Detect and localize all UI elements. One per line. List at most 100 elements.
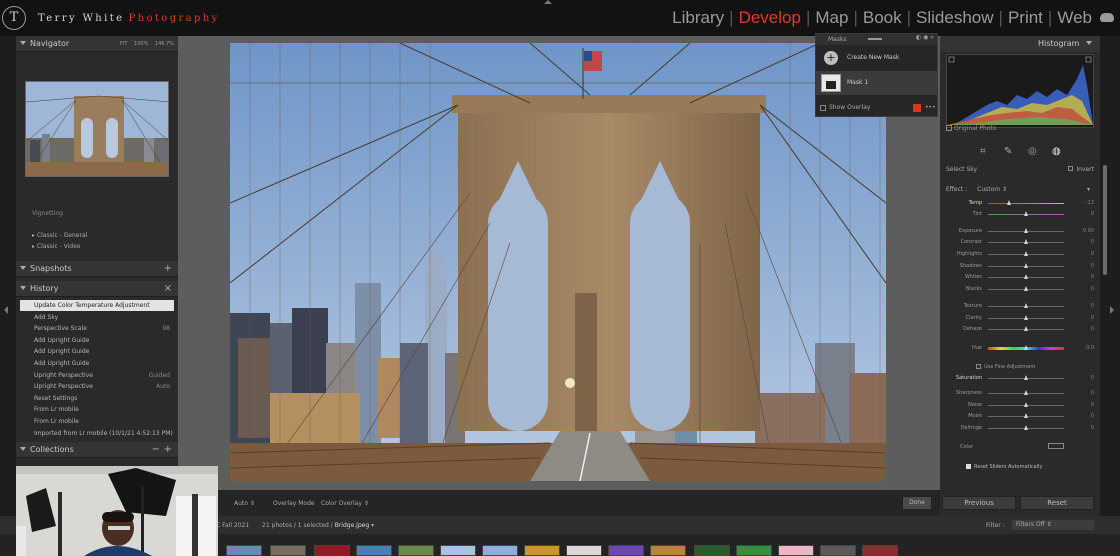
film-thumbnail[interactable] bbox=[440, 545, 476, 556]
zoom-custom-option[interactable]: 146.7% bbox=[155, 41, 174, 47]
clear-history-icon[interactable]: × bbox=[164, 281, 172, 297]
film-thumbnail[interactable] bbox=[356, 545, 392, 556]
film-thumbnail[interactable] bbox=[608, 545, 644, 556]
create-new-mask-button[interactable]: + Create New Mask bbox=[816, 48, 937, 68]
left-panel-edge[interactable] bbox=[0, 36, 16, 556]
film-thumbnail[interactable] bbox=[314, 545, 350, 556]
collapse-left-icon[interactable] bbox=[4, 306, 8, 314]
cloud-sync-icon[interactable] bbox=[1100, 13, 1114, 22]
reset-sliders-checkbox[interactable] bbox=[966, 464, 971, 469]
film-thumbnail[interactable] bbox=[566, 545, 602, 556]
fine-adjustment-checkbox[interactable] bbox=[976, 364, 981, 369]
done-button[interactable]: Done bbox=[902, 496, 932, 510]
overlay-mode-select[interactable]: Color Overlay ⇕ bbox=[321, 500, 369, 507]
film-thumbnail[interactable] bbox=[862, 545, 898, 556]
history-step[interactable]: Add Upright Guide bbox=[20, 346, 174, 357]
preset-group-classic-general[interactable]: ▸ Classic - General bbox=[16, 231, 178, 241]
slider-track[interactable] bbox=[988, 203, 1064, 204]
original-photo-toggle[interactable]: Original Photo bbox=[946, 125, 997, 132]
slider-handle[interactable] bbox=[1023, 274, 1028, 279]
add-snapshot-icon[interactable]: + bbox=[164, 261, 172, 277]
module-web[interactable]: Web bbox=[1057, 8, 1092, 27]
collapse-icon[interactable]: » bbox=[930, 34, 934, 41]
slider-handle[interactable] bbox=[1023, 286, 1028, 291]
invert-checkbox[interactable] bbox=[1068, 166, 1074, 171]
slider-handle[interactable] bbox=[1023, 263, 1028, 268]
slider-handle[interactable] bbox=[1023, 375, 1028, 380]
current-filename[interactable]: Bridge.jpeg bbox=[335, 522, 369, 529]
info-icon[interactable]: ◐ bbox=[916, 34, 921, 41]
show-overlay-toggle[interactable]: Show Overlay ••• bbox=[816, 100, 937, 116]
film-thumbnail[interactable] bbox=[524, 545, 560, 556]
slider-handle[interactable] bbox=[1023, 211, 1028, 216]
collapse-right-icon[interactable] bbox=[1110, 306, 1114, 314]
original-photo-checkbox[interactable] bbox=[946, 125, 952, 131]
film-thumbnail[interactable] bbox=[736, 545, 772, 556]
slider-value[interactable]: 0.00 bbox=[1074, 228, 1094, 234]
right-panel-scrollbar[interactable] bbox=[1103, 165, 1107, 275]
snapshots-header[interactable]: Snapshots + bbox=[16, 261, 178, 277]
film-thumbnail[interactable] bbox=[650, 545, 686, 556]
main-photo[interactable] bbox=[230, 43, 886, 481]
history-step[interactable]: Add Upright Guide bbox=[20, 358, 174, 369]
slider-handle[interactable] bbox=[1023, 390, 1028, 395]
slider-value[interactable]: -12 bbox=[1074, 200, 1094, 206]
history-step[interactable]: Add Sky bbox=[20, 312, 174, 323]
slider-value[interactable]: 0.0 bbox=[1074, 345, 1094, 351]
previous-button[interactable]: Previous bbox=[942, 496, 1016, 510]
history-step[interactable]: Update Color Temperature Adjustment bbox=[20, 300, 174, 311]
slider-handle[interactable] bbox=[1023, 228, 1028, 233]
history-step[interactable]: Add Upright Guide bbox=[20, 335, 174, 346]
reset-sliders-toggle[interactable]: Reset Sliders Automatically bbox=[966, 464, 1042, 470]
show-overlay-checkbox[interactable] bbox=[820, 105, 826, 111]
slider-value[interactable]: 0 bbox=[1074, 402, 1094, 408]
fine-adjustment-toggle[interactable]: Use Fine Adjustment bbox=[976, 364, 1035, 370]
module-map[interactable]: Map bbox=[815, 8, 848, 27]
slider-value[interactable]: 0 bbox=[1074, 326, 1094, 332]
history-step[interactable]: Upright Perspective Auto bbox=[20, 381, 174, 392]
slider-value[interactable]: 0 bbox=[1074, 390, 1094, 396]
history-step[interactable]: Reset Settings bbox=[20, 393, 174, 404]
zoom-100-option[interactable]: 100% bbox=[134, 41, 148, 47]
eye-icon[interactable]: ◉ bbox=[923, 34, 928, 41]
drag-handle-icon[interactable] bbox=[868, 38, 882, 40]
red-eye-icon[interactable]: ◎ bbox=[1028, 146, 1037, 157]
slider-handle[interactable] bbox=[1023, 251, 1028, 256]
history-step[interactable]: Imported from Lr mobile (10/1/21 4:52:13… bbox=[20, 428, 174, 439]
module-library[interactable]: Library bbox=[672, 8, 724, 27]
histogram-header[interactable]: Histogram bbox=[940, 36, 1100, 52]
history-step[interactable]: From Lr mobile bbox=[20, 416, 174, 427]
invert-toggle[interactable]: Invert bbox=[1068, 166, 1094, 173]
add-collection-icon[interactable]: + bbox=[164, 442, 172, 458]
slider-handle[interactable] bbox=[1006, 200, 1011, 205]
masking-icon[interactable]: ◍ bbox=[1052, 146, 1061, 157]
film-thumbnail[interactable] bbox=[694, 545, 730, 556]
film-thumbnail[interactable] bbox=[482, 545, 518, 556]
collections-header[interactable]: Collections − + bbox=[16, 442, 178, 458]
navigator-preview[interactable] bbox=[25, 81, 169, 177]
history-step[interactable]: Upright Perspective Guided bbox=[20, 370, 174, 381]
more-options-icon[interactable]: ••• bbox=[925, 100, 936, 116]
module-slideshow[interactable]: Slideshow bbox=[916, 8, 994, 27]
slider-handle[interactable] bbox=[1023, 413, 1028, 418]
slider-value[interactable]: 0 bbox=[1074, 274, 1094, 280]
slider-value[interactable]: 0 bbox=[1074, 239, 1094, 245]
reset-button[interactable]: Reset bbox=[1020, 496, 1094, 510]
module-book[interactable]: Book bbox=[863, 8, 902, 27]
histogram[interactable] bbox=[946, 54, 1094, 128]
slider-value[interactable]: 0 bbox=[1074, 303, 1094, 309]
effect-collapse-icon[interactable]: ▾ bbox=[1087, 186, 1090, 193]
film-thumbnail[interactable] bbox=[270, 545, 306, 556]
slider-handle[interactable] bbox=[1023, 303, 1028, 308]
history-step[interactable]: Perspective Scale 98 bbox=[20, 323, 174, 334]
film-thumbnail[interactable] bbox=[778, 545, 814, 556]
slider-handle[interactable] bbox=[1023, 315, 1028, 320]
slider-handle[interactable] bbox=[1023, 402, 1028, 407]
collection-source[interactable]: C Fall 2021 bbox=[216, 522, 249, 529]
film-thumbnail[interactable] bbox=[820, 545, 856, 556]
history-step[interactable]: From Lr mobile bbox=[20, 404, 174, 415]
slider-value[interactable]: 0 bbox=[1074, 286, 1094, 292]
presets-truncated-item[interactable]: Vignetting bbox=[16, 209, 178, 219]
masks-panel[interactable]: Masks ◐ ◉ » + Create New Mask Mask 1 Sho… bbox=[815, 33, 938, 117]
slider-handle[interactable] bbox=[1023, 326, 1028, 331]
